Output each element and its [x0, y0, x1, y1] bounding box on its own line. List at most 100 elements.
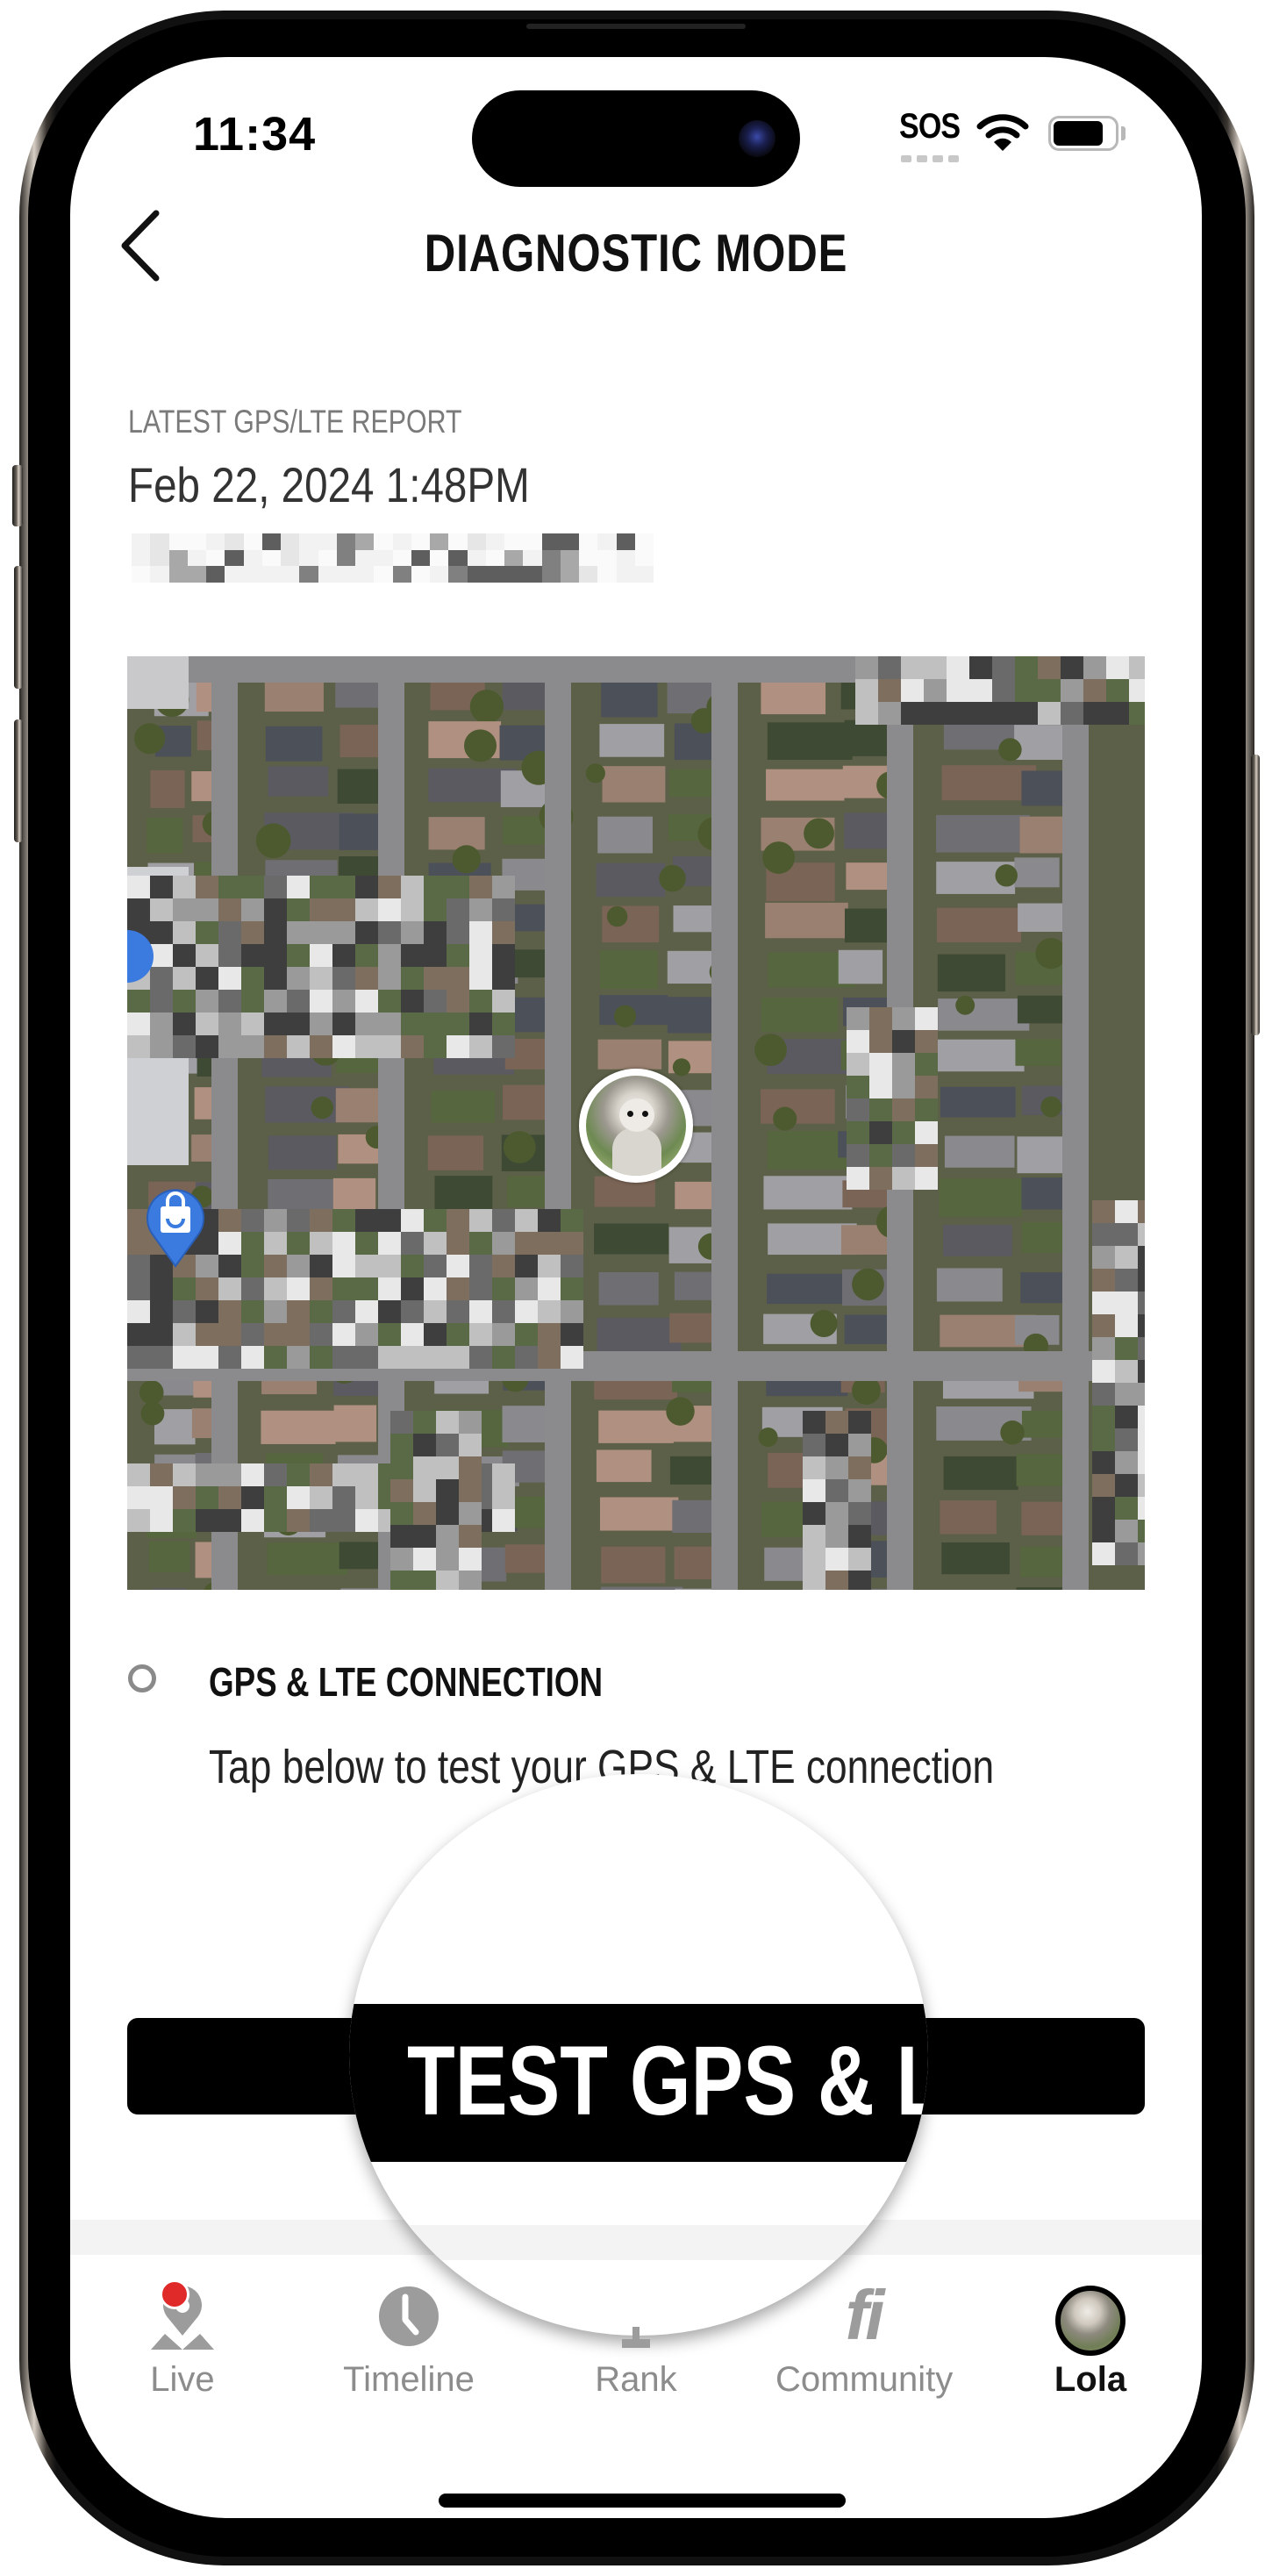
map-tree	[758, 1428, 778, 1448]
map-redaction-pixel	[878, 679, 901, 702]
map-house	[763, 1176, 853, 1210]
tab-live[interactable]: Live	[95, 2272, 270, 2413]
map-redaction-pixel	[1092, 1383, 1115, 1406]
map-redaction-pixel	[561, 1346, 583, 1369]
map-redaction-pixel	[803, 1502, 825, 1525]
connection-heading: GPS & LTE CONNECTION	[209, 1659, 604, 1705]
map-redaction-pixel	[264, 1013, 287, 1035]
map-redaction-pixel	[355, 1277, 378, 1300]
map-redaction-pixel	[447, 967, 469, 990]
map-redaction-pixel	[1115, 1200, 1138, 1223]
redaction-pixel	[504, 533, 524, 550]
notification-badge	[160, 2279, 189, 2309]
redaction-pixel	[523, 566, 542, 583]
map-redaction-pixel	[173, 898, 196, 921]
map-redaction-pixel	[310, 1486, 332, 1509]
map-house	[938, 998, 1030, 1031]
map-redaction-pixel	[855, 679, 878, 702]
map-redaction-pixel	[1038, 679, 1061, 702]
map-redaction-pixel	[1092, 1292, 1115, 1314]
redaction-pixel	[355, 566, 375, 583]
map-redaction-pixel	[1083, 679, 1106, 702]
tab-lola[interactable]: Lola	[1003, 2272, 1178, 2413]
map-redaction-pixel	[1138, 1200, 1145, 1223]
map-house	[667, 950, 718, 984]
home-indicator[interactable]	[439, 2494, 846, 2508]
map-house	[502, 1406, 547, 1442]
map-redaction-pixel	[803, 1525, 825, 1548]
redaction-pixel	[579, 533, 598, 550]
map-redaction-pixel	[424, 1323, 447, 1346]
location-pin-icon[interactable]	[127, 930, 154, 983]
redaction-pixel	[467, 566, 486, 583]
map-house	[599, 724, 665, 757]
map-redaction-pixel	[1083, 702, 1106, 725]
redaction-pixel	[579, 566, 598, 583]
map-redaction-pixel	[847, 1167, 869, 1190]
tab-timeline[interactable]: Timeline	[321, 2272, 497, 2413]
map-house	[668, 769, 713, 798]
map-redaction-pixel	[241, 1346, 264, 1369]
map-redaction-pixel	[992, 656, 1015, 679]
map-redaction-pixel	[492, 1323, 515, 1346]
redaction-pixel	[225, 549, 244, 567]
map-house	[153, 1588, 187, 1590]
redaction-pixel	[430, 533, 449, 550]
redaction-pixel	[541, 549, 561, 567]
map-redaction-pixel	[1092, 1406, 1115, 1428]
map-redaction-pixel	[447, 1255, 469, 1277]
speaker-grill	[526, 24, 746, 29]
map-redaction-pixel	[847, 1007, 869, 1030]
map-redaction-pixel	[310, 1277, 332, 1300]
pet-location-marker[interactable]	[579, 1069, 693, 1183]
map-redaction-pixel	[127, 1463, 150, 1486]
map-redaction-pixel	[901, 679, 924, 702]
map-redaction-pixel	[869, 1098, 892, 1121]
map-redaction-pixel	[1092, 1314, 1115, 1337]
map-redaction-pixel	[1138, 1337, 1145, 1360]
map-redaction-pixel	[538, 1300, 561, 1323]
map-redaction-pixel	[459, 1502, 482, 1525]
redaction-pixel	[411, 533, 430, 550]
tab-label: Live	[150, 2360, 215, 2399]
tab-rank[interactable]: Rank	[548, 2272, 724, 2413]
map-redaction-pixel	[332, 967, 355, 990]
map-house	[268, 766, 329, 797]
map-redaction-pixel	[413, 1502, 436, 1525]
map-redaction-pixel	[869, 1167, 892, 1190]
map-redaction-pixel	[969, 679, 992, 702]
podium-icon	[622, 2327, 650, 2348]
map-redaction-pixel	[901, 702, 924, 725]
map-house	[600, 1586, 683, 1590]
signal-bars-icon	[901, 155, 959, 162]
map-redaction-pixel	[847, 1144, 869, 1167]
shopping-bag-pin-icon[interactable]	[140, 1180, 211, 1268]
map-redaction-pixel	[287, 990, 310, 1013]
map-redaction-pixel	[892, 1007, 915, 1030]
tab-community[interactable]: fi Community	[775, 2272, 953, 2413]
map-redaction-pixel	[127, 990, 150, 1013]
map-redaction-pixel	[401, 1035, 424, 1058]
report-datetime: Feb 22, 2024 1:48PM	[128, 457, 530, 512]
map-redaction-pixel	[436, 1571, 459, 1590]
map-redaction-pixel	[538, 1255, 561, 1277]
map-redaction-pixel	[1138, 1360, 1145, 1383]
map-redaction-pixel	[264, 1463, 287, 1486]
map-redaction-pixel	[969, 656, 992, 679]
map-redaction-pixel	[332, 1463, 355, 1486]
redaction-pixel	[132, 566, 151, 583]
dog-eye	[627, 1111, 633, 1117]
map-tree	[463, 729, 497, 762]
map-redaction-pixel	[469, 990, 492, 1013]
map-redaction-pixel	[1138, 1520, 1145, 1542]
map-redaction-pixel	[469, 1035, 492, 1058]
map-redaction-pixel	[947, 679, 969, 702]
map-tree	[139, 1380, 164, 1405]
map-house	[937, 1039, 1025, 1072]
map-redaction-pixel	[848, 1479, 871, 1502]
map-redaction-pixel	[196, 1277, 218, 1300]
map-redaction-pixel	[436, 1479, 459, 1502]
map-redaction-pixel	[378, 921, 401, 944]
redaction-pixel	[467, 533, 486, 550]
map-redaction-pixel	[173, 1486, 196, 1509]
